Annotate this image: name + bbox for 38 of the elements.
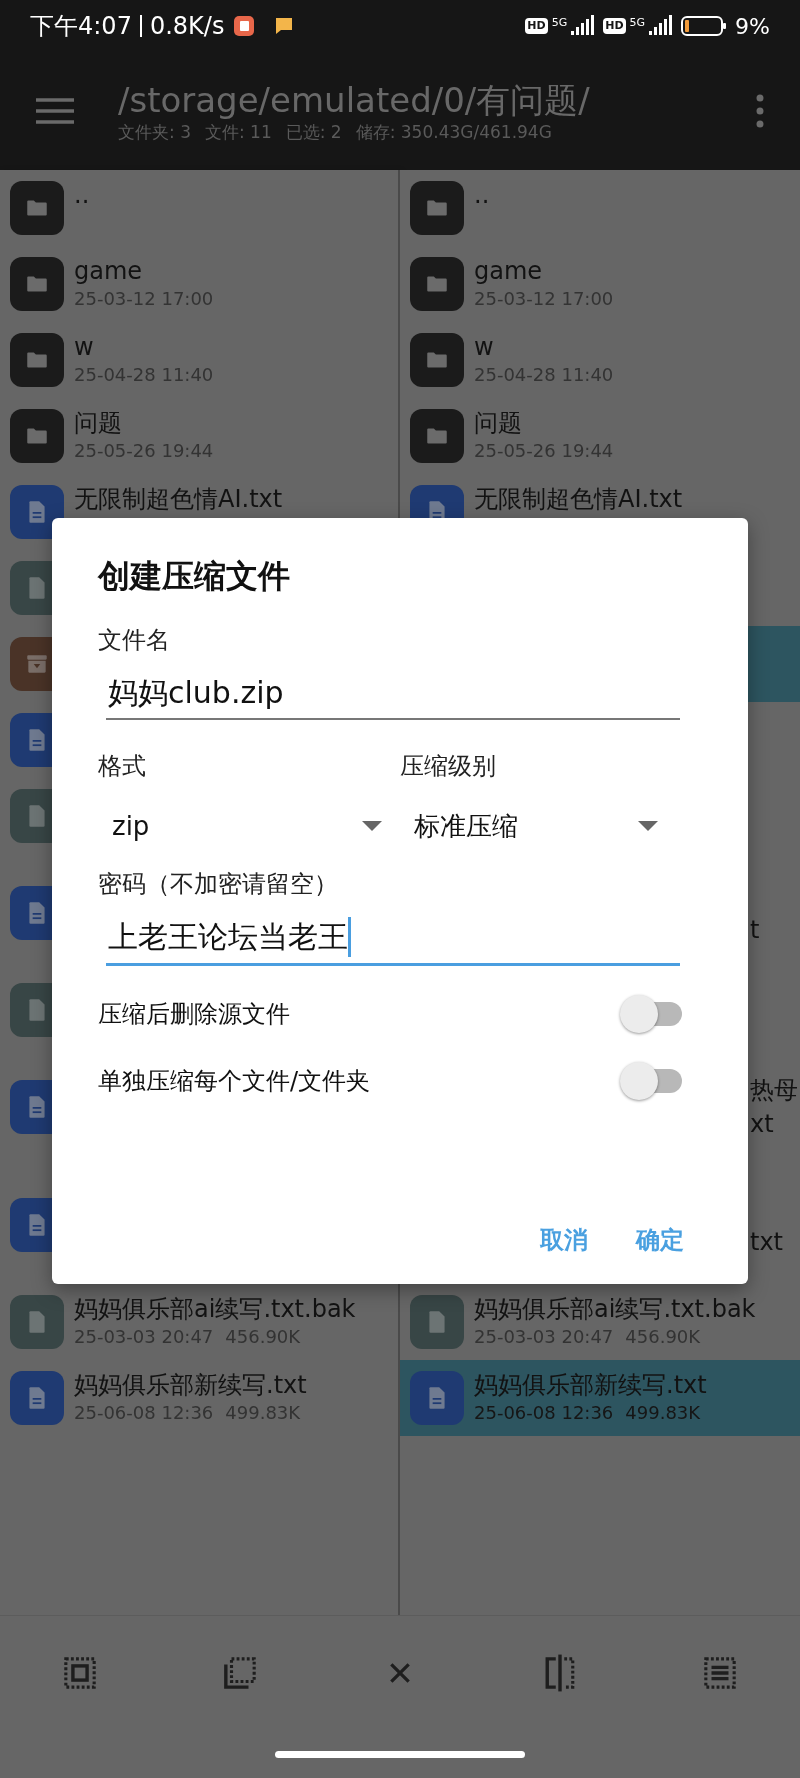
file-name: game xyxy=(474,256,544,286)
folder-stat: 已选: 2 xyxy=(285,121,342,143)
folder-stat: 文件: 11 xyxy=(204,121,272,143)
file-name: 无限制超色情AI.txt xyxy=(74,484,283,514)
file-name-fragment: xt xyxy=(750,1109,774,1140)
option-label: 压缩后删除源文件 xyxy=(98,998,290,1030)
file-name: 妈妈俱乐部ai续写.txt.bak xyxy=(474,1294,756,1324)
dialog-title: 创建压缩文件 xyxy=(98,556,291,597)
file-date: 25-06-08 12:36 xyxy=(474,1401,614,1425)
folder-stat: 文件夹: 3 xyxy=(118,121,191,143)
file-name: 无限制超色情AI.txt xyxy=(474,484,683,514)
file-name: 妈妈俱乐部新续写.txt xyxy=(74,1370,307,1400)
file-name: 妈妈俱乐部新续写.txt xyxy=(474,1370,707,1400)
option-label: 单独压缩每个文件/文件夹 xyxy=(98,1065,371,1097)
hd-badge: HD xyxy=(603,18,626,34)
network-type: 5G xyxy=(551,17,568,28)
file-name: .. xyxy=(74,180,90,210)
file-name-fragment: 热母 xyxy=(750,1075,798,1106)
file-name: 问题 xyxy=(74,408,123,438)
file-name: .. xyxy=(474,180,490,210)
current-path: /storage/emulated/0/有问题/ xyxy=(118,79,590,121)
field-label: 压缩级别 xyxy=(400,751,497,782)
status-time: 下午4:07 xyxy=(30,11,132,42)
field-label: 文件名 xyxy=(98,625,171,656)
battery-percent: 9% xyxy=(735,12,770,41)
field-label: 格式 xyxy=(98,751,147,782)
field-label: 密码（不加密请留空） xyxy=(98,869,339,900)
hd-badge: HD xyxy=(525,18,548,34)
network-type: 5G xyxy=(629,17,646,28)
file-name-fragment: t xyxy=(750,915,760,946)
network-speed: 0.8K/s xyxy=(149,11,225,42)
file-name: game xyxy=(74,256,144,286)
file-name: w xyxy=(74,332,95,362)
folder-stat: 储存: 350.43G/461.94G xyxy=(355,121,552,143)
file-name: 妈妈俱乐部ai续写.txt.bak xyxy=(74,1294,356,1324)
file-size: 499.83K xyxy=(625,1401,701,1425)
file-name: 问题 xyxy=(474,408,523,438)
file-name: w xyxy=(474,332,495,362)
